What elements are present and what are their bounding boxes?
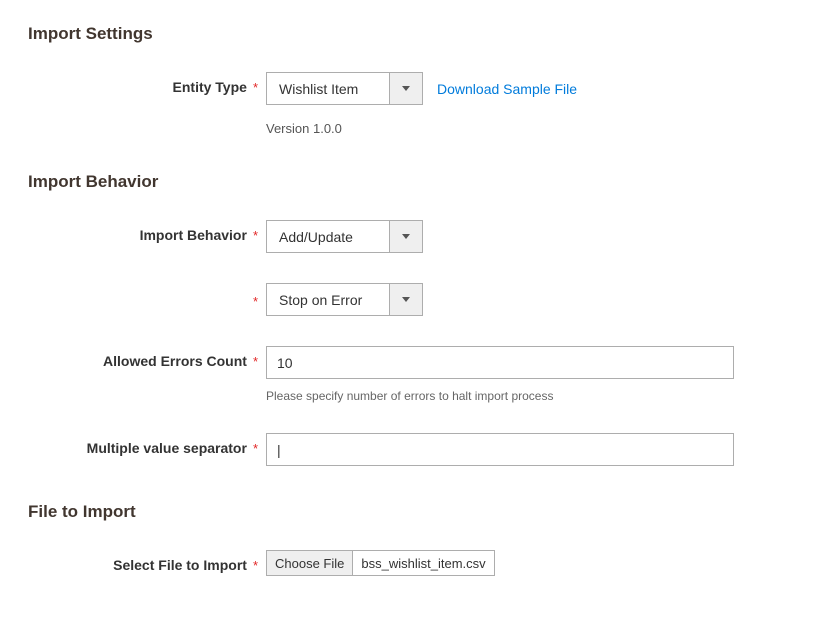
section-title-file-to-import: File to Import <box>28 502 810 522</box>
row-import-behavior: Import Behavior * Add/Update <box>28 220 810 253</box>
chevron-down-icon <box>389 73 422 104</box>
label-text-allowed-errors: Allowed Errors Count <box>103 353 247 369</box>
note-allowed-errors: Please specify number of errors to halt … <box>266 389 553 403</box>
file-input[interactable]: Choose File bss_wishlist_item.csv <box>266 550 495 576</box>
required-icon: * <box>253 354 258 369</box>
required-icon: * <box>253 441 258 456</box>
chevron-down-icon <box>389 221 422 252</box>
select-validation-strategy[interactable]: Stop on Error <box>266 283 423 316</box>
required-icon: * <box>253 228 258 243</box>
label-import-behavior: Import Behavior * <box>28 220 266 243</box>
select-entity-type-value: Wishlist Item <box>267 73 389 104</box>
version-note: Version 1.0.0 <box>266 121 342 136</box>
row-separator: Multiple value separator * <box>28 433 810 466</box>
section-title-import-settings: Import Settings <box>28 24 810 44</box>
label-text-entity-type: Entity Type <box>173 79 247 95</box>
label-separator: Multiple value separator * <box>28 433 266 456</box>
input-allowed-errors[interactable] <box>266 346 734 379</box>
label-select-file: Select File to Import * <box>28 550 266 573</box>
required-icon: * <box>253 80 258 95</box>
label-allowed-errors: Allowed Errors Count * <box>28 346 266 369</box>
download-sample-link[interactable]: Download Sample File <box>437 72 577 105</box>
section-title-import-behavior: Import Behavior <box>28 172 810 192</box>
label-text-import-behavior: Import Behavior <box>140 227 247 243</box>
required-icon: * <box>253 558 258 573</box>
select-import-behavior-value: Add/Update <box>267 221 389 252</box>
label-text-separator: Multiple value separator <box>87 440 247 456</box>
row-validation-strategy: x * Stop on Error <box>28 283 810 316</box>
row-allowed-errors: Allowed Errors Count * Please specify nu… <box>28 346 810 403</box>
label-text-select-file: Select File to Import <box>113 557 247 573</box>
label-validation-strategy: x * <box>28 283 266 309</box>
select-validation-strategy-value: Stop on Error <box>267 284 389 315</box>
select-import-behavior[interactable]: Add/Update <box>266 220 423 253</box>
required-icon: * <box>253 294 258 309</box>
select-entity-type[interactable]: Wishlist Item <box>266 72 423 105</box>
choose-file-button[interactable]: Choose File <box>267 551 352 575</box>
chevron-down-icon <box>389 284 422 315</box>
row-entity-type: Entity Type * Wishlist Item Download Sam… <box>28 72 810 136</box>
input-separator[interactable] <box>266 433 734 466</box>
row-select-file: Select File to Import * Choose File bss_… <box>28 550 810 576</box>
chosen-file-name: bss_wishlist_item.csv <box>352 551 493 575</box>
label-entity-type: Entity Type * <box>28 72 266 95</box>
